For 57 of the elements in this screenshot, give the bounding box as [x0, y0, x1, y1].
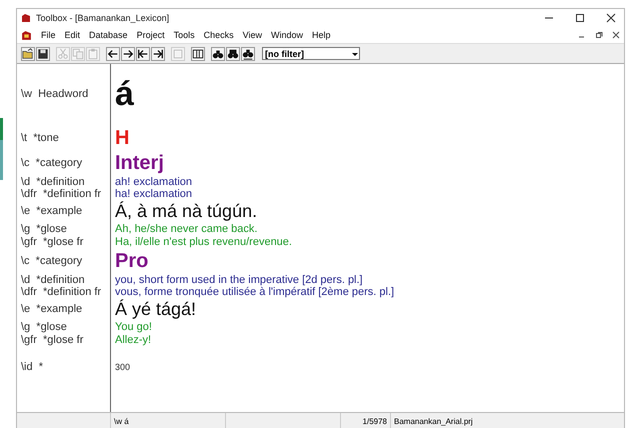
definition-text: ah! exclamation [114, 176, 192, 188]
definition-text: vous, forme tronquée utilisée à l'impératif [2ème pers. pl.] [114, 286, 394, 298]
example-text: Á yé tágá! [114, 298, 196, 320]
menu-item[interactable]: Project [136, 30, 165, 40]
definition-text: you, short form used in the imperative [2d pers. pl.] [114, 274, 363, 286]
field-marker: \gfr *glose fr [20, 236, 84, 248]
field-marker: \e *example [20, 205, 84, 217]
field-marker: \d *definition [20, 176, 86, 188]
field-marker: \e *example [20, 303, 84, 315]
tone-text: H [114, 126, 130, 150]
glose-text: Ah, he/she never came back. [114, 222, 258, 234]
prev-icon[interactable] [106, 46, 120, 60]
menu-item[interactable]: Help [312, 30, 330, 40]
glose-text: Ha, il/elle n'est plus revenu/revenue. [114, 236, 292, 248]
field-marker: \gfr *glose fr [20, 334, 84, 346]
open-icon[interactable] [21, 46, 35, 60]
glose-text: You go! [114, 320, 152, 332]
category-text: Pro [114, 250, 148, 272]
status-field: \w á [111, 413, 226, 428]
glose-text: Allez-y! [114, 334, 152, 346]
field-marker: \g *glose [20, 320, 68, 332]
menu-item[interactable]: Window [270, 30, 303, 40]
find-icon[interactable] [211, 46, 225, 60]
record-position: 1/5978 [341, 413, 391, 428]
field-marker: \id * [20, 361, 44, 373]
project-name: Bamanankan_Arial.prj [393, 416, 474, 428]
definition-text: ha! exclamation [114, 188, 192, 200]
window-title: Toolbox - [Bamanankan_Lexicon] [36, 13, 170, 23]
category-text: Interj [114, 152, 164, 174]
save-icon[interactable] [36, 46, 50, 60]
menu-item[interactable]: Database [89, 30, 128, 40]
field-marker: \dfr *definition fr [20, 188, 102, 200]
restore-icon[interactable] [595, 31, 603, 39]
first-icon[interactable] [136, 46, 150, 60]
headword-text: á [114, 74, 134, 114]
field-marker: \w Headword [20, 88, 90, 100]
field-marker: \g *glose [20, 222, 68, 234]
filter-dropdown[interactable]: [no filter] [262, 47, 360, 60]
field-marker: \d *definition [20, 274, 86, 286]
menu-item[interactable]: View [242, 30, 262, 40]
close-icon[interactable] [606, 13, 616, 23]
field-marker: \c *category [20, 255, 84, 267]
example-text: Á, à má nà túgún. [114, 200, 258, 222]
menu-item[interactable]: File [41, 30, 56, 40]
menu-item[interactable]: Checks [204, 30, 234, 40]
last-icon[interactable] [151, 46, 165, 60]
maximize-icon[interactable] [575, 13, 585, 23]
close-icon[interactable] [612, 31, 620, 39]
app-icon [21, 13, 31, 23]
field-marker: \c *category [20, 157, 84, 169]
columns-icon[interactable] [191, 46, 205, 60]
id-text: 300 [114, 362, 130, 372]
menu-item[interactable]: Edit [64, 30, 80, 40]
field-marker: \t *tone [20, 132, 60, 144]
menu-item[interactable]: Tools [174, 30, 195, 40]
field-marker: \dfr *definition fr [20, 286, 102, 298]
next-icon[interactable] [121, 46, 135, 60]
